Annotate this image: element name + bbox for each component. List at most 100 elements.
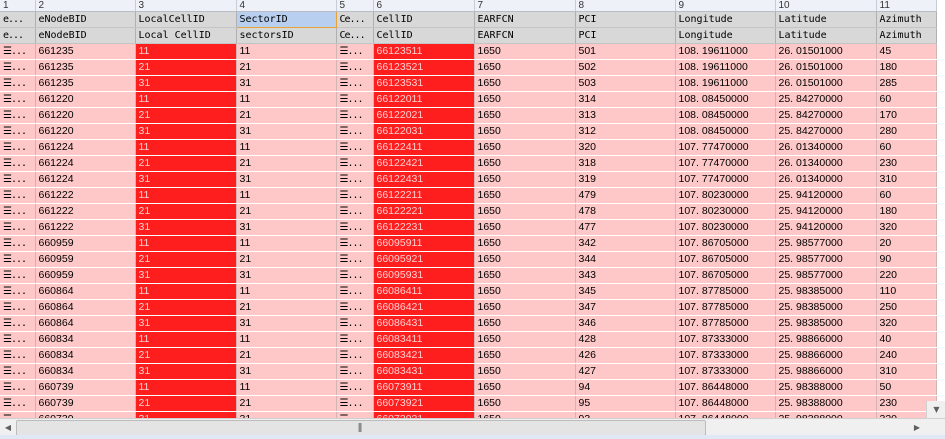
- sector-id-cell[interactable]: 31: [236, 171, 337, 188]
- azimuth-cell[interactable]: 40: [876, 331, 937, 348]
- azimuth-cell[interactable]: 60: [876, 139, 937, 156]
- column-number[interactable]: 8: [575, 0, 676, 12]
- local-cell-id-cell[interactable]: 21: [135, 155, 237, 172]
- azimuth-cell[interactable]: 240: [876, 347, 937, 364]
- longitude-cell[interactable]: 107. 80230000: [675, 219, 776, 236]
- earfcn-cell[interactable]: 1650: [474, 299, 576, 316]
- row-marker-cell[interactable]: ☰...: [0, 283, 36, 300]
- column-header[interactable]: eNodeBID: [35, 27, 136, 44]
- table-row[interactable]: ☰... 660959 11 11 ☰... 66095911 1650 342 107. 86…: [0, 235, 937, 252]
- earfcn-cell[interactable]: 1650: [474, 267, 576, 284]
- row-marker-cell[interactable]: ☰...: [336, 363, 374, 380]
- table-row[interactable]: ☰... 661235 31 31 ☰... 66123531 1650 503 108. 19…: [0, 75, 937, 92]
- latitude-cell[interactable]: 25. 98866000: [775, 363, 877, 380]
- latitude-cell[interactable]: 25. 84270000: [775, 91, 877, 108]
- table-row[interactable]: ☰... 660864 31 31 ☰... 66086431 1650 346 107. 87…: [0, 315, 937, 332]
- longitude-cell[interactable]: 107. 86448000: [675, 379, 776, 396]
- table-row[interactable]: ☰... 661222 21 21 ☰... 66122221 1650 478 107. 80…: [0, 203, 937, 220]
- longitude-cell[interactable]: 107. 86448000: [675, 395, 776, 412]
- pci-cell[interactable]: 477: [575, 219, 676, 236]
- longitude-cell[interactable]: 108. 19611000: [675, 75, 776, 92]
- column-number[interactable]: 10: [775, 0, 877, 12]
- latitude-cell[interactable]: 26. 01501000: [775, 75, 877, 92]
- azimuth-cell[interactable]: 310: [876, 171, 937, 188]
- enodeb-id-cell[interactable]: 660834: [35, 347, 136, 364]
- cell-id-cell[interactable]: 66083421: [373, 347, 475, 364]
- column-header[interactable]: Longitude: [675, 27, 776, 44]
- scrollbar-thumb[interactable]: |||: [16, 420, 706, 436]
- row-marker-cell[interactable]: ☰...: [336, 315, 374, 332]
- local-cell-id-cell[interactable]: 21: [135, 347, 237, 364]
- table-row[interactable]: ☰... 661235 11 11 ☰... 66123511 1650 501 108. 19…: [0, 43, 937, 60]
- enodeb-id-cell[interactable]: 660864: [35, 315, 136, 332]
- latitude-cell[interactable]: 26. 01340000: [775, 155, 877, 172]
- azimuth-cell[interactable]: 90: [876, 251, 937, 268]
- column-header[interactable]: Longitude: [675, 11, 776, 28]
- longitude-cell[interactable]: 107. 86705000: [675, 251, 776, 268]
- scroll-left-arrow-icon[interactable]: ◀: [0, 419, 16, 436]
- pci-cell[interactable]: 426: [575, 347, 676, 364]
- pci-cell[interactable]: 345: [575, 283, 676, 300]
- longitude-cell[interactable]: 108. 08450000: [675, 91, 776, 108]
- cell-id-cell[interactable]: 66123531: [373, 75, 475, 92]
- azimuth-cell[interactable]: 320: [876, 219, 937, 236]
- cell-id-cell[interactable]: 66086421: [373, 299, 475, 316]
- enodeb-id-cell[interactable]: 660959: [35, 235, 136, 252]
- local-cell-id-cell[interactable]: 11: [135, 379, 237, 396]
- row-marker-cell[interactable]: ☰...: [336, 107, 374, 124]
- latitude-cell[interactable]: 25. 94120000: [775, 203, 877, 220]
- cell-id-cell[interactable]: 66122431: [373, 171, 475, 188]
- enodeb-id-cell[interactable]: 660739: [35, 395, 136, 412]
- row-marker-cell[interactable]: ☰...: [0, 219, 36, 236]
- column-header[interactable]: SectorID: [235, 11, 337, 28]
- enodeb-id-cell[interactable]: 661235: [35, 59, 136, 76]
- sector-id-cell[interactable]: 11: [236, 43, 337, 60]
- row-marker-cell[interactable]: ☰...: [0, 379, 36, 396]
- enodeb-id-cell[interactable]: 661224: [35, 139, 136, 156]
- cell-id-cell[interactable]: 66122011: [373, 91, 475, 108]
- column-header[interactable]: Latitude: [775, 27, 877, 44]
- row-marker-cell[interactable]: ☰...: [336, 155, 374, 172]
- pci-cell[interactable]: 319: [575, 171, 676, 188]
- longitude-cell[interactable]: 107. 80230000: [675, 187, 776, 204]
- azimuth-cell[interactable]: 170: [876, 107, 937, 124]
- enodeb-id-cell[interactable]: 660959: [35, 251, 136, 268]
- table-row[interactable]: ☰... 661224 31 31 ☰... 66122431 1650 319 107. 77…: [0, 171, 937, 188]
- earfcn-cell[interactable]: 1650: [474, 347, 576, 364]
- cell-id-cell[interactable]: 66095911: [373, 235, 475, 252]
- column-number[interactable]: 1: [0, 0, 36, 12]
- row-marker-cell[interactable]: ☰...: [0, 139, 36, 156]
- pci-cell[interactable]: 312: [575, 123, 676, 140]
- pci-cell[interactable]: 342: [575, 235, 676, 252]
- local-cell-id-cell[interactable]: 31: [135, 171, 237, 188]
- cell-id-cell[interactable]: 66122421: [373, 155, 475, 172]
- earfcn-cell[interactable]: 1650: [474, 395, 576, 412]
- azimuth-cell[interactable]: 50: [876, 379, 937, 396]
- latitude-cell[interactable]: 25. 98577000: [775, 251, 877, 268]
- column-number[interactable]: 7: [474, 0, 576, 12]
- local-cell-id-cell[interactable]: 31: [135, 363, 237, 380]
- enodeb-id-cell[interactable]: 661220: [35, 123, 136, 140]
- column-header[interactable]: EARFCN: [474, 27, 576, 44]
- scroll-corner-arrow-down-icon[interactable]: ▼: [926, 401, 945, 418]
- longitude-cell[interactable]: 108. 19611000: [675, 43, 776, 60]
- longitude-cell[interactable]: 107. 87333000: [675, 363, 776, 380]
- enodeb-id-cell[interactable]: 660864: [35, 299, 136, 316]
- row-marker-cell[interactable]: ☰...: [0, 235, 36, 252]
- row-marker-cell[interactable]: ☰...: [336, 283, 374, 300]
- earfcn-cell[interactable]: 1650: [474, 75, 576, 92]
- pci-cell[interactable]: 427: [575, 363, 676, 380]
- longitude-cell[interactable]: 107. 77470000: [675, 139, 776, 156]
- earfcn-cell[interactable]: 1650: [474, 203, 576, 220]
- row-marker-cell[interactable]: ☰...: [336, 187, 374, 204]
- latitude-cell[interactable]: 25. 98866000: [775, 347, 877, 364]
- pci-cell[interactable]: 344: [575, 251, 676, 268]
- column-number[interactable]: 5: [336, 0, 374, 12]
- azimuth-cell[interactable]: 180: [876, 59, 937, 76]
- table-row[interactable]: ☰... 660834 31 31 ☰... 66083431 1650 427 107. 87…: [0, 363, 937, 380]
- latitude-cell[interactable]: 25. 98385000: [775, 299, 877, 316]
- sector-id-cell[interactable]: 31: [236, 219, 337, 236]
- cell-id-cell[interactable]: 66123521: [373, 59, 475, 76]
- pci-cell[interactable]: 501: [575, 43, 676, 60]
- local-cell-id-cell[interactable]: 31: [135, 75, 237, 92]
